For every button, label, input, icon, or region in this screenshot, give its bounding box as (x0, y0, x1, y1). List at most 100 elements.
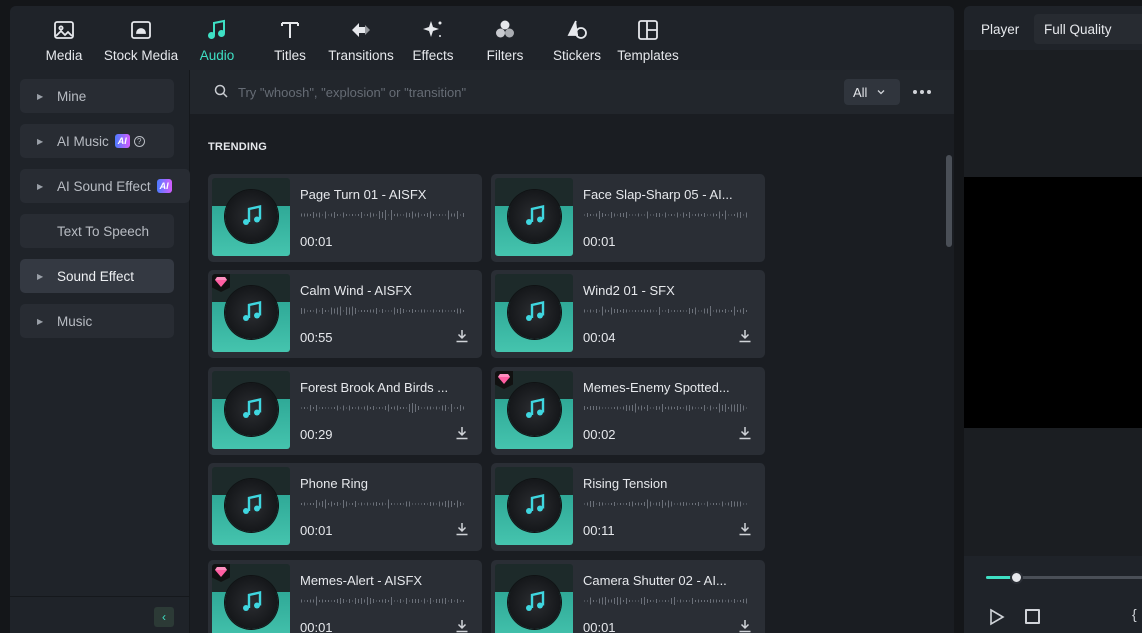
sound-duration: 00:01 (300, 234, 333, 249)
sidebar-item-sound-effect[interactable]: ▶ Sound Effect (20, 259, 174, 293)
download-icon[interactable] (737, 618, 753, 633)
sidebar-item-label: Sound Effect (57, 268, 135, 284)
sound-duration: 00:55 (300, 330, 333, 345)
sound-duration: 00:29 (300, 427, 333, 442)
sound-card[interactable]: Phone Ring 00:01 (208, 463, 482, 551)
toolbar-item-label: Titles (274, 48, 306, 63)
video-preview[interactable] (964, 177, 1142, 428)
sound-duration: 00:01 (300, 523, 333, 538)
waveform (584, 210, 747, 220)
waveform (301, 210, 464, 220)
sound-card[interactable]: Camera Shutter 02 - AI... 00:01 (491, 560, 765, 633)
quality-value: Full Quality (1044, 22, 1112, 37)
progress-handle[interactable] (1010, 571, 1024, 584)
vinyl-disc-icon (225, 190, 278, 243)
collapse-sidebar-button[interactable]: ‹ (154, 607, 174, 627)
premium-badge (212, 274, 230, 292)
stickers-icon (567, 20, 587, 39)
sidebar-item-ai-sound-effect[interactable]: ▶ AI Sound Effect AI (20, 169, 190, 203)
player-panel: Player Full Quality { (964, 6, 1142, 633)
waveform (301, 499, 464, 509)
sound-card[interactable]: Memes-Enemy Spotted... 00:02 (491, 367, 765, 455)
toolbar-item-stock-media[interactable]: Stock Media (104, 18, 178, 66)
vinyl-disc-icon (508, 286, 561, 339)
toolbar-item-label: Audio (199, 48, 235, 63)
sound-title: Forest Brook And Birds ... (300, 380, 449, 395)
download-icon[interactable] (454, 521, 470, 537)
sound-card[interactable]: Page Turn 01 - AISFX 00:01 (208, 174, 482, 262)
toolbar-item-filters[interactable]: Filters (486, 18, 524, 66)
caret-right-icon: ▶ (37, 316, 44, 326)
more-dot (927, 90, 931, 94)
download-icon[interactable] (454, 618, 470, 633)
download-icon[interactable] (737, 425, 753, 441)
waveform (584, 403, 747, 413)
caret-right-icon: ▶ (37, 271, 44, 281)
sound-thumbnail (212, 467, 290, 545)
sound-thumbnail (212, 178, 290, 256)
sound-card[interactable]: Calm Wind - AISFX 00:55 (208, 270, 482, 358)
vinyl-disc-icon (508, 383, 561, 436)
sidebar-item-mine[interactable]: ▶ Mine (20, 79, 174, 113)
vinyl-disc-icon (508, 479, 561, 532)
sound-card[interactable]: Face Slap-Sharp 05 - AI... 00:01 (491, 174, 765, 262)
waveform (301, 403, 464, 413)
quality-dropdown[interactable]: Full Quality (1034, 14, 1142, 44)
media-toolbar: Media Stock Media Audio Titles Transitio… (10, 6, 954, 70)
toolbar-item-effects[interactable]: Effects (412, 18, 454, 66)
music-note-icon (526, 493, 545, 514)
toolbar-item-audio[interactable]: Audio (198, 18, 236, 66)
preview-bottom-area (964, 428, 1142, 556)
vinyl-disc-icon (225, 383, 278, 436)
toolbar-item-stickers[interactable]: Stickers (553, 18, 602, 66)
sound-duration: 00:01 (583, 234, 616, 249)
sound-title: Rising Tension (583, 476, 668, 491)
sound-thumbnail (495, 371, 573, 449)
more-options-button[interactable] (912, 82, 932, 102)
sound-card[interactable]: Memes-Alert - AISFX 00:01 (208, 560, 482, 633)
sidebar-item-label: Mine (57, 88, 87, 104)
stock-media-icon (131, 21, 151, 39)
sound-card[interactable]: Forest Brook And Birds ... 00:29 (208, 367, 482, 455)
toolbar-item-media[interactable]: Media (45, 18, 83, 66)
search-input[interactable] (238, 82, 798, 102)
chevron-down-icon (877, 90, 885, 95)
play-icon[interactable] (989, 608, 1005, 626)
vinyl-disc-icon (225, 479, 278, 532)
filter-dropdown[interactable]: All (844, 79, 900, 105)
stop-icon[interactable] (1025, 609, 1040, 624)
sound-title: Memes-Enemy Spotted... (583, 380, 730, 395)
sound-card[interactable]: Wind2 01 - SFX 00:04 (491, 270, 765, 358)
sound-thumbnail (212, 371, 290, 449)
premium-gem-icon (498, 374, 510, 384)
sidebar-item-music[interactable]: ▶ Music (20, 304, 174, 338)
premium-badge (212, 564, 230, 582)
toolbar-item-transitions[interactable]: Transitions (328, 18, 394, 66)
toolbar-item-templates[interactable]: Templates (617, 18, 679, 66)
toolbar-item-label: Stock Media (103, 48, 179, 63)
download-icon[interactable] (454, 328, 470, 344)
player-tab[interactable]: Player (981, 22, 1019, 37)
toolbar-item-label: Stickers (553, 48, 602, 63)
sidebar-item-ai-music[interactable]: ▶ AI Music AI ? (20, 124, 174, 158)
caret-right-icon: ▶ (37, 136, 44, 146)
playback-progress-bar[interactable] (986, 576, 1142, 579)
download-icon[interactable] (454, 425, 470, 441)
filters-icon (496, 20, 514, 38)
download-icon[interactable] (737, 521, 753, 537)
ai-badge: AI (114, 134, 130, 148)
category-sidebar: ▶ Mine ▶ AI Music AI ? ▶ AI Sound Effect… (10, 70, 190, 633)
sound-card[interactable]: Rising Tension 00:11 (491, 463, 765, 551)
help-icon[interactable]: ? (133, 135, 145, 147)
transitions-icon (352, 23, 370, 37)
download-icon[interactable] (737, 328, 753, 344)
sound-duration: 00:04 (583, 330, 616, 345)
vertical-scrollbar[interactable] (946, 155, 952, 247)
sound-duration: 00:02 (583, 427, 616, 442)
sound-title: Memes-Alert - AISFX (300, 573, 423, 588)
brace-icon[interactable]: { (1132, 606, 1137, 622)
sidebar-item-label: AI Music (57, 133, 109, 149)
toolbar-item-titles[interactable]: Titles (270, 18, 310, 66)
sound-thumbnail (495, 178, 573, 256)
sidebar-item-text-to-speech[interactable]: Text To Speech (20, 214, 174, 248)
